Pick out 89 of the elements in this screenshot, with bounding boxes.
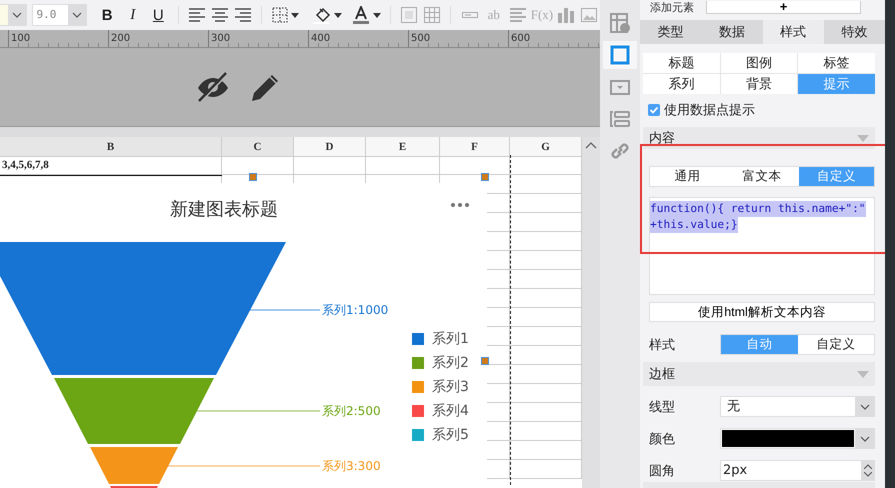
spin-down-icon bbox=[864, 472, 872, 477]
spin-up-icon bbox=[864, 464, 872, 469]
legend-label[interactable]: 系列3 bbox=[432, 378, 469, 396]
data-label: 系列3:300 bbox=[322, 459, 381, 473]
table-info-icon bbox=[609, 12, 631, 34]
format-button[interactable]: B bbox=[94, 3, 120, 27]
ruler-label: 600 bbox=[510, 32, 530, 45]
caret-icon bbox=[372, 12, 381, 18]
sidebar-item[interactable] bbox=[603, 41, 637, 69]
align-left-icon bbox=[188, 6, 206, 24]
chevron-down-icon bbox=[12, 12, 22, 18]
column-header[interactable]: E bbox=[366, 137, 440, 157]
align-right-icon bbox=[234, 6, 252, 24]
code-editor[interactable]: function(){ return this.name+":" +this.value;} bbox=[649, 197, 875, 295]
border-icon bbox=[272, 7, 288, 23]
tab[interactable]: 样式 bbox=[762, 20, 824, 44]
ruler-label: 400 bbox=[310, 32, 330, 45]
sub-tab[interactable]: 系列 bbox=[643, 74, 720, 94]
more-icon[interactable] bbox=[451, 203, 469, 207]
column-header[interactable]: F bbox=[440, 137, 510, 157]
paint-bucket-icon bbox=[312, 6, 330, 24]
ruler-label: 300 bbox=[210, 32, 230, 45]
caret-icon bbox=[291, 12, 300, 18]
sub-tab[interactable]: 标题 bbox=[643, 53, 720, 73]
bar-chart-icon bbox=[557, 6, 576, 24]
legend-label[interactable]: 系列5 bbox=[432, 426, 469, 444]
section-title: 内容 bbox=[649, 130, 675, 147]
chevron-down-icon bbox=[72, 12, 82, 18]
resize-handle[interactable] bbox=[481, 173, 489, 181]
data-label: 系列1:1000 bbox=[322, 303, 388, 317]
format-button[interactable]: I bbox=[120, 3, 146, 27]
funnel-segment[interactable] bbox=[90, 447, 178, 484]
corner-radius-spinner[interactable]: 2px bbox=[720, 460, 875, 481]
column-header[interactable]: G bbox=[510, 137, 582, 157]
checkbox-label[interactable]: 使用数据点提示 bbox=[664, 101, 755, 119]
tab[interactable]: 特效 bbox=[824, 20, 885, 44]
tab[interactable]: 类型 bbox=[640, 20, 702, 44]
field-label: 颜色 bbox=[649, 430, 676, 448]
square-frame-icon bbox=[609, 44, 631, 66]
legend-label[interactable]: 系列2 bbox=[432, 354, 469, 372]
column-header[interactable]: D bbox=[294, 137, 366, 157]
cell-text: 3,4,5,6,7,8 bbox=[2, 159, 49, 171]
tab[interactable]: 数据 bbox=[701, 20, 762, 44]
funnel-segment[interactable] bbox=[0, 242, 286, 375]
collapse-triangle-icon bbox=[857, 134, 869, 142]
chart-title: 新建图表标题 bbox=[169, 198, 279, 221]
legend-label[interactable]: 系列1 bbox=[432, 330, 469, 348]
sub-tab[interactable]: 背景 bbox=[720, 74, 798, 94]
resize-handle[interactable] bbox=[249, 173, 257, 181]
add-element-button[interactable]: + bbox=[706, 0, 861, 14]
collapse-triangle-icon bbox=[857, 370, 869, 378]
html-parse-button[interactable]: 使用html解析文本内容 bbox=[649, 302, 875, 322]
line-type-dropdown[interactable]: 无 bbox=[720, 396, 875, 417]
field-label: 样式 bbox=[649, 336, 676, 354]
frame-icon bbox=[400, 6, 418, 24]
legend-label[interactable]: 系列4 bbox=[432, 402, 469, 420]
font-size-dropdown[interactable]: 9.0 bbox=[32, 4, 86, 26]
grid-icon bbox=[423, 6, 442, 24]
scrollbar[interactable] bbox=[582, 137, 600, 488]
column-header[interactable]: B bbox=[0, 137, 222, 157]
image-icon bbox=[580, 6, 598, 24]
funnel-segment[interactable] bbox=[54, 378, 214, 444]
color-dropdown[interactable] bbox=[720, 428, 875, 449]
section-header[interactable]: 边框 bbox=[643, 362, 875, 386]
chevron-down-icon bbox=[860, 404, 870, 410]
ruler-label: 500 bbox=[410, 32, 430, 45]
chevron-down-icon bbox=[860, 436, 870, 442]
chevron-up-icon bbox=[585, 141, 597, 149]
lines-icon bbox=[508, 6, 527, 24]
font-family-dropdown[interactable] bbox=[0, 4, 27, 26]
checkbox[interactable] bbox=[648, 104, 660, 116]
section-title: 边框 bbox=[649, 366, 675, 383]
eye-off-icon[interactable] bbox=[196, 71, 230, 103]
font-color-icon bbox=[352, 6, 370, 24]
sub-tab[interactable]: 图例 bbox=[720, 53, 798, 73]
ruler-label: 100 bbox=[10, 32, 30, 45]
caret-icon bbox=[334, 12, 342, 18]
align-center-icon bbox=[211, 6, 230, 24]
sub-tab[interactable]: 标签 bbox=[798, 53, 875, 73]
resize-handle[interactable] bbox=[481, 357, 489, 365]
add-element-label: 添加元素 bbox=[650, 0, 694, 14]
section-header[interactable]: 内容 bbox=[643, 127, 875, 149]
column-header[interactable]: C bbox=[222, 137, 294, 157]
format-button[interactable]: U bbox=[146, 3, 172, 27]
field-label: 线型 bbox=[649, 398, 676, 416]
field-label: 圆角 bbox=[649, 462, 676, 480]
data-label: 系列2:500 bbox=[322, 404, 381, 418]
layout-icon bbox=[609, 108, 631, 130]
ruler-label: 200 bbox=[110, 32, 130, 45]
